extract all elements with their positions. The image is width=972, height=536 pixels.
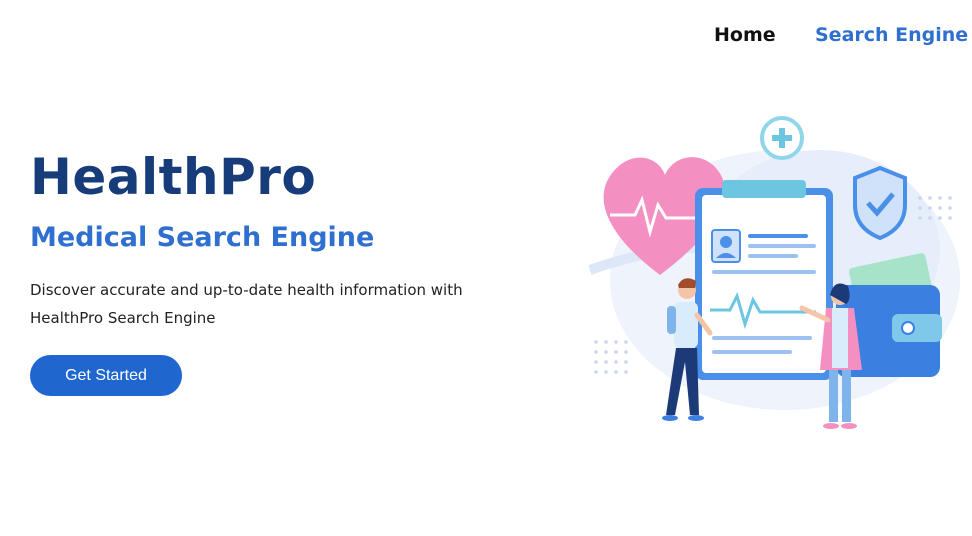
hero-description-line-1: Discover accurate and up-to-date health … [30,281,463,299]
brand-title: HealthPro [30,148,317,206]
top-nav: Home Search Engine [0,24,972,48]
clipboard-icon [695,180,833,380]
hero-description-line-2: HealthPro Search Engine [30,309,216,327]
nav-home-link[interactable]: Home [714,24,776,46]
hero-description: Discover accurate and up-to-date health … [30,276,500,332]
nav-search-engine-link[interactable]: Search Engine [815,24,968,46]
hero-subtitle: Medical Search Engine [30,222,375,253]
medical-cross-icon [760,116,804,160]
get-started-button[interactable]: Get Started [30,355,182,396]
medical-illustration [588,116,960,429]
shield-check-icon [853,165,907,241]
